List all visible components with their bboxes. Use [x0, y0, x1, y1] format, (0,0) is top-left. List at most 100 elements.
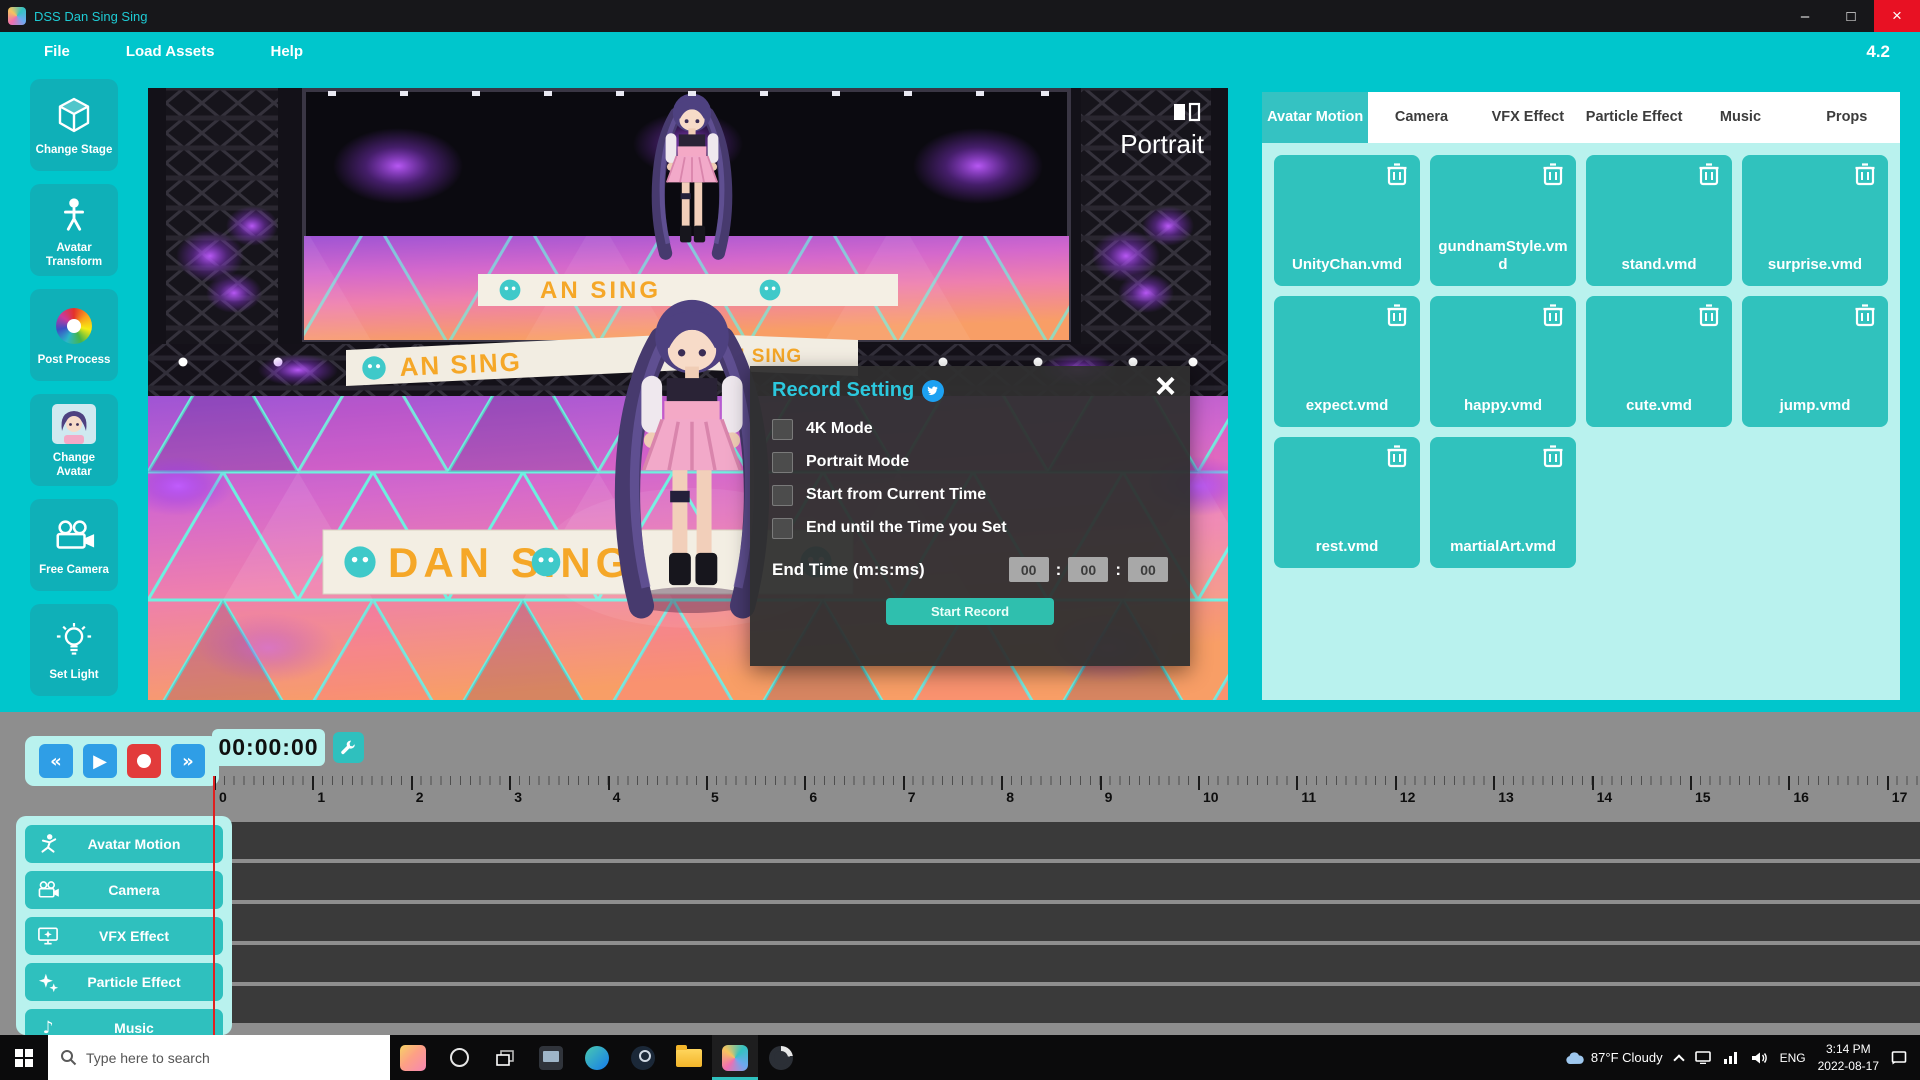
- motion-card[interactable]: happy.vmd: [1430, 296, 1576, 427]
- set-light-button[interactable]: Set Light: [30, 604, 118, 696]
- track-camera-button[interactable]: Camera: [25, 871, 223, 909]
- trash-icon[interactable]: [1542, 162, 1564, 186]
- motion-card[interactable]: surprise.vmd: [1742, 155, 1888, 286]
- menu-load-assets[interactable]: Load Assets: [126, 43, 215, 60]
- trash-icon[interactable]: [1542, 303, 1564, 327]
- motion-card[interactable]: UnityChan.vmd: [1274, 155, 1420, 286]
- close-button[interactable]: ×: [1874, 0, 1920, 32]
- option-4k-mode: 4K Mode: [772, 418, 1168, 440]
- ruler-number: 8: [1006, 789, 1014, 805]
- photos-app-icon: [400, 1044, 426, 1071]
- motion-card[interactable]: jump.vmd: [1742, 296, 1888, 427]
- speaker-icon[interactable]: [1751, 1051, 1768, 1065]
- playhead[interactable]: [213, 776, 215, 1035]
- trash-icon[interactable]: [1854, 162, 1876, 186]
- taskbar-steam[interactable]: [620, 1035, 666, 1080]
- taskbar-cortana[interactable]: [436, 1035, 482, 1080]
- avatar-transform-button[interactable]: Avatar Transform: [30, 184, 118, 276]
- tab-vfx-effect[interactable]: VFX Effect: [1475, 92, 1581, 143]
- track-row[interactable]: [212, 945, 1920, 982]
- checkbox-portrait-mode[interactable]: [772, 451, 793, 473]
- record-button[interactable]: [127, 744, 161, 778]
- checkbox-4k-mode[interactable]: [772, 418, 793, 440]
- taskbar-photos-app[interactable]: [390, 1035, 436, 1080]
- motion-card[interactable]: expect.vmd: [1274, 296, 1420, 427]
- tab-avatar-motion[interactable]: Avatar Motion: [1262, 92, 1369, 143]
- start-record-button[interactable]: Start Record: [886, 598, 1054, 625]
- taskbar-task-view[interactable]: [482, 1035, 528, 1080]
- track-row[interactable]: [212, 904, 1920, 941]
- option-start-label: Start from Current Time: [806, 486, 987, 503]
- track-particle-button[interactable]: Particle Effect: [25, 963, 223, 1001]
- dialog-close-icon[interactable]: ×: [1155, 368, 1176, 404]
- taskbar-file-explorer[interactable]: [666, 1035, 712, 1080]
- trash-icon[interactable]: [1386, 162, 1408, 186]
- checkbox-end-until-time[interactable]: [772, 517, 793, 539]
- menu-help[interactable]: Help: [270, 43, 303, 60]
- change-avatar-label: Change Avatar: [52, 451, 96, 478]
- end-time-row: End Time (m:s:ms) : :: [772, 557, 1168, 582]
- taskbar-obs[interactable]: [758, 1035, 804, 1080]
- display-tray-icon[interactable]: [1694, 1051, 1711, 1064]
- motion-card[interactable]: cute.vmd: [1586, 296, 1732, 427]
- minimize-button[interactable]: –: [1782, 0, 1828, 32]
- track-music-button[interactable]: ♪ Music: [25, 1009, 223, 1035]
- track-music-label: Music: [114, 1020, 154, 1035]
- stage-viewport[interactable]: AN SING AN SING AN SING DAN SING Portrai…: [148, 88, 1228, 700]
- portrait-indicator: Portrait: [1120, 102, 1204, 160]
- track-vfx-button[interactable]: VFX Effect: [25, 917, 223, 955]
- end-time-seconds-input[interactable]: [1068, 557, 1109, 582]
- trash-icon[interactable]: [1698, 303, 1720, 327]
- track-row[interactable]: [212, 863, 1920, 900]
- tab-particle-effect[interactable]: Particle Effect: [1581, 92, 1687, 143]
- play-button[interactable]: ▶: [83, 744, 117, 778]
- rewind-button[interactable]: «: [39, 744, 73, 778]
- post-process-button[interactable]: Post Process: [30, 289, 118, 381]
- taskbar-search[interactable]: [48, 1035, 390, 1080]
- motion-card[interactable]: martialArt.vmd: [1430, 437, 1576, 568]
- maximize-button[interactable]: □: [1828, 0, 1874, 32]
- network-icon[interactable]: [1723, 1051, 1739, 1064]
- tab-music[interactable]: Music: [1687, 92, 1793, 143]
- end-time-minutes-input[interactable]: [1008, 557, 1049, 582]
- timeline-ruler[interactable]: 0 1 2 3 4 5 6 7 8 9 10 11 12 13 14 15 16 17: [212, 776, 1920, 820]
- post-process-label: Post Process: [37, 353, 111, 366]
- option-end-until-time: End until the Time you Set: [772, 517, 1168, 539]
- trash-icon[interactable]: [1698, 162, 1720, 186]
- trash-icon[interactable]: [1542, 444, 1564, 468]
- taskbar-dss-app[interactable]: [712, 1035, 758, 1080]
- weather-widget[interactable]: 87°F Cloudy: [1565, 1050, 1663, 1065]
- search-input[interactable]: [86, 1049, 378, 1066]
- ruler-number: 14: [1596, 789, 1613, 805]
- menu-file[interactable]: File: [44, 43, 70, 60]
- taskbar-clock[interactable]: 3:14 PM 2022-08-17: [1818, 1041, 1879, 1073]
- motion-card[interactable]: gundnamStyle.vmd: [1430, 155, 1576, 286]
- dancer-icon: [35, 833, 61, 855]
- hidden-icons-chevron[interactable]: [1672, 1053, 1685, 1066]
- tab-camera[interactable]: Camera: [1368, 92, 1474, 143]
- dss-app-icon: [722, 1044, 748, 1071]
- fast-forward-button[interactable]: »: [171, 744, 205, 778]
- taskbar-edge[interactable]: [574, 1035, 620, 1080]
- tab-props[interactable]: Props: [1794, 92, 1900, 143]
- track-row[interactable]: [212, 822, 1920, 859]
- change-avatar-button[interactable]: Change Avatar: [30, 394, 118, 486]
- language-indicator[interactable]: ENG: [1780, 1051, 1806, 1065]
- timeline-settings-button[interactable]: [333, 732, 364, 763]
- motion-card[interactable]: stand.vmd: [1586, 155, 1732, 286]
- trash-icon[interactable]: [1854, 303, 1876, 327]
- taskbar-pc-app[interactable]: [528, 1035, 574, 1080]
- start-button[interactable]: [0, 1035, 48, 1080]
- free-camera-button[interactable]: Free Camera: [30, 499, 118, 591]
- trash-icon[interactable]: [1386, 303, 1408, 327]
- track-row[interactable]: [212, 986, 1920, 1023]
- checkbox-start-current-time[interactable]: [772, 484, 793, 506]
- trash-icon[interactable]: [1386, 444, 1408, 468]
- asset-panel: Avatar Motion Camera VFX Effect Particle…: [1262, 92, 1900, 700]
- twitter-icon[interactable]: [922, 379, 945, 402]
- track-avatar-motion-button[interactable]: Avatar Motion: [25, 825, 223, 863]
- end-time-ms-input[interactable]: [1128, 557, 1168, 582]
- motion-card[interactable]: rest.vmd: [1274, 437, 1420, 568]
- notification-center-icon[interactable]: [1891, 1050, 1908, 1065]
- change-stage-button[interactable]: Change Stage: [30, 79, 118, 171]
